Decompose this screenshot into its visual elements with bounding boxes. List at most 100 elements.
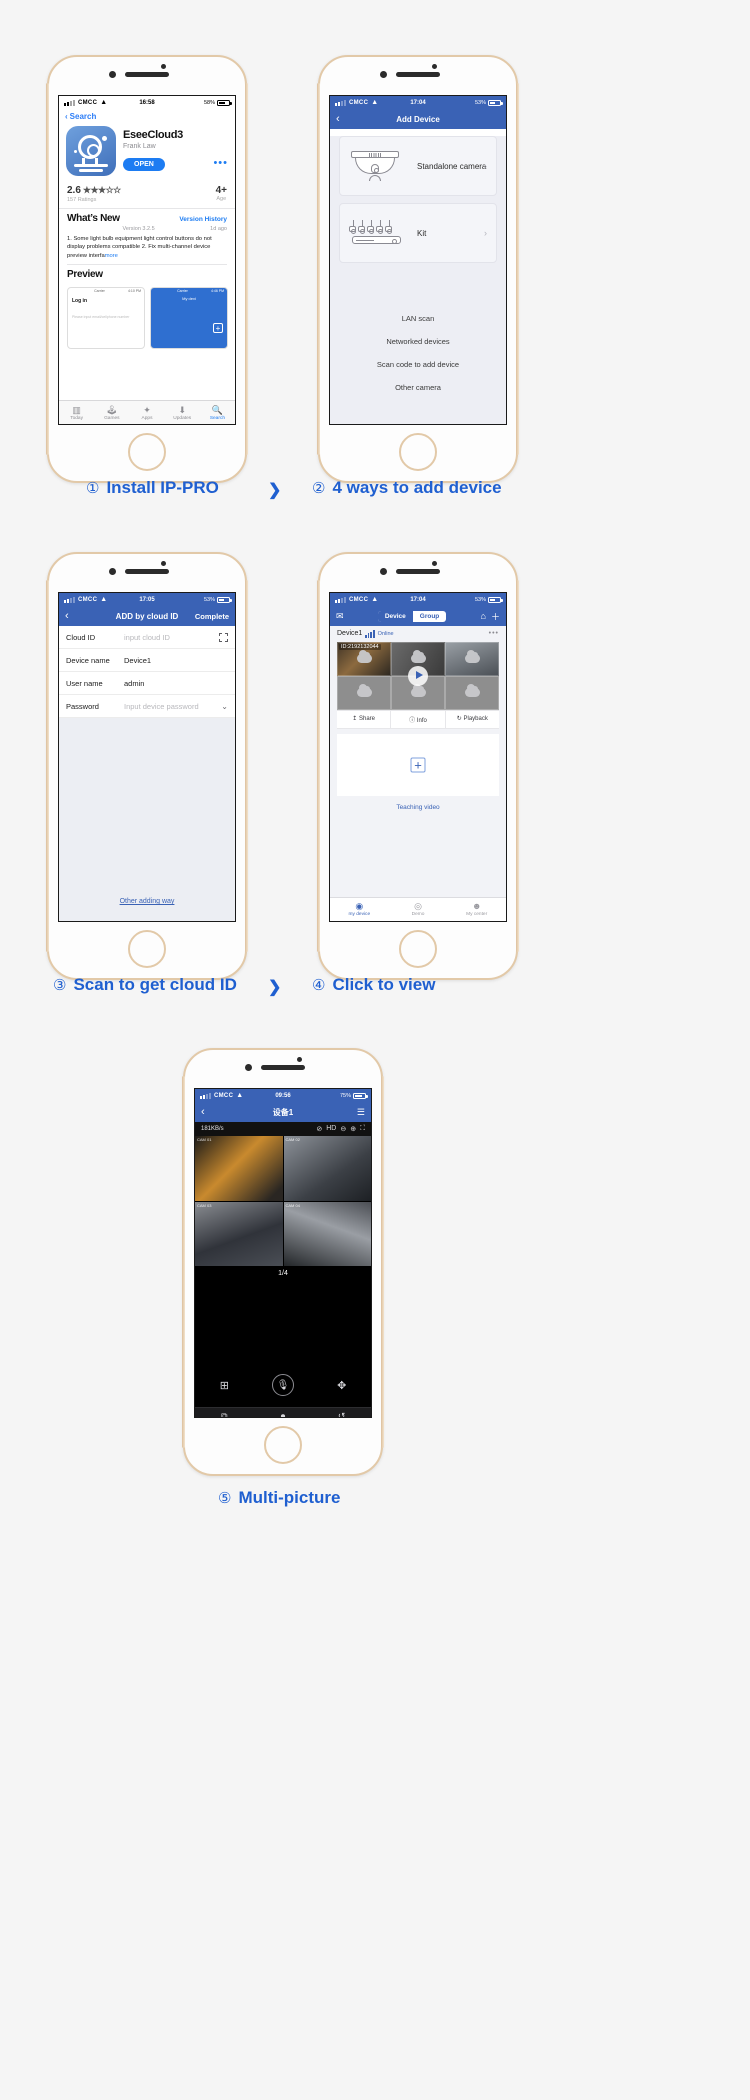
- action-info[interactable]: ⓘ Info: [391, 710, 446, 728]
- screenshot-2[interactable]: Carrier 4:46 PM My devi +: [150, 287, 228, 350]
- complete-button[interactable]: Complete: [195, 612, 229, 621]
- scan-qr-icon[interactable]: [219, 632, 228, 642]
- tab-screenshot[interactable]: ⧉ Screenshot: [195, 1408, 254, 1417]
- password-label: Password: [66, 701, 99, 711]
- tab-demo[interactable]: ◎ Demo: [389, 898, 448, 921]
- device-more-icon[interactable]: •••: [489, 630, 499, 637]
- clock-label: 17:04: [410, 596, 426, 603]
- phone-3-screen: CMCC ▲ 17:05 53% ‹ ADD by cloud ID Compl…: [58, 592, 236, 922]
- tab-recording[interactable]: ⏺ Recording: [254, 1408, 313, 1417]
- hd-quality-icon[interactable]: HD: [326, 1125, 336, 1133]
- ptz-button[interactable]: ✥: [312, 1379, 371, 1392]
- fullscreen-icon[interactable]: ⛶: [360, 1125, 365, 1133]
- tab-my-device[interactable]: ◉ my device: [330, 898, 389, 921]
- option-standalone-camera[interactable]: Standalone camera ›: [339, 136, 497, 196]
- more-link[interactable]: more: [105, 253, 118, 259]
- step-2-number: ②: [312, 480, 326, 497]
- back-button[interactable]: ‹: [65, 610, 69, 622]
- mic-button[interactable]: 🎙: [254, 1374, 313, 1396]
- navbar: ‹ Add Device: [330, 109, 506, 129]
- home-icon[interactable]: ⌂: [481, 611, 486, 621]
- phone-3: CMCC ▲ 17:05 53% ‹ ADD by cloud ID Compl…: [46, 552, 248, 980]
- device-group-segment[interactable]: Device Group: [377, 610, 447, 622]
- appstore-tabbar[interactable]: ▥ Today 🕹 Games ✦ Apps ⬇ Updates 🔍 Searc…: [59, 400, 235, 424]
- screenshot-1[interactable]: Carrier 4:10 PM Log in Please input emai…: [67, 287, 145, 350]
- tile-2-label: CAM 02: [285, 1137, 300, 1142]
- battery-percent: 53%: [203, 596, 215, 603]
- home-button[interactable]: [399, 930, 437, 968]
- device-name-input[interactable]: Device1: [124, 656, 151, 665]
- app-meta: EseeCloud3 Frank Law OPEN •••: [123, 126, 228, 176]
- channel-tile-2[interactable]: CAM 02: [283, 1136, 371, 1201]
- field-password[interactable]: Password Input device password ⌄: [59, 695, 235, 718]
- password-input[interactable]: Input device password: [124, 702, 199, 711]
- tab-apps[interactable]: ✦ Apps: [129, 405, 164, 421]
- field-cloud-id[interactable]: Cloud ID input cloud ID: [59, 626, 235, 649]
- cloud-id-input[interactable]: input cloud ID: [124, 633, 170, 642]
- option-other-camera[interactable]: Other camera: [330, 376, 506, 399]
- status-right: 53%: [475, 99, 503, 106]
- eye-toggle-icon[interactable]: ⌄: [221, 702, 228, 711]
- mute-icon[interactable]: ⊘: [316, 1125, 322, 1133]
- option-networked-devices[interactable]: Networked devices: [330, 330, 506, 353]
- action-playback[interactable]: ↻ Playback: [446, 711, 499, 728]
- channel-grid[interactable]: CAM 01 CAM 02 CAM 03 CAM 04: [195, 1136, 371, 1266]
- other-adding-way-link[interactable]: Other adding way: [59, 898, 235, 905]
- tab-playback[interactable]: ↺ playback: [312, 1408, 371, 1417]
- tab-updates[interactable]: ⬇ Updates: [165, 405, 200, 421]
- device-row[interactable]: Device1 Online •••: [330, 626, 506, 642]
- field-device-name[interactable]: Device name Device1: [59, 649, 235, 672]
- cloud-form-body: Cloud ID input cloud ID Device name Devi…: [59, 626, 235, 921]
- tab-games[interactable]: 🕹 Games: [94, 405, 129, 421]
- channel-tile-4[interactable]: CAM 04: [283, 1201, 371, 1266]
- page-root: CMCC ▲ 16:58 58% ‹ Search EseeCloud3 Fra…: [0, 0, 750, 2100]
- layout-button[interactable]: ⊞: [195, 1379, 254, 1392]
- home-button[interactable]: [264, 1426, 302, 1464]
- option-lan-scan[interactable]: LAN scan: [330, 307, 506, 330]
- plus-icon: +: [410, 757, 426, 772]
- app-name: EseeCloud3: [123, 129, 183, 141]
- channel-tile-1[interactable]: CAM 01: [195, 1136, 283, 1201]
- home-button[interactable]: [399, 433, 437, 471]
- add-device-card[interactable]: +: [337, 733, 499, 796]
- user-name-input[interactable]: admin: [124, 679, 144, 688]
- option-scan-code[interactable]: Scan code to add device: [330, 353, 506, 376]
- field-user-name[interactable]: User name admin: [59, 672, 235, 695]
- add-device-icon[interactable]: ＋: [491, 610, 500, 623]
- segment-group[interactable]: Group: [413, 611, 447, 622]
- teaching-video-link[interactable]: Teaching video: [330, 801, 506, 811]
- version-line: Version 3.2.5 1d ago: [67, 226, 227, 232]
- back-button[interactable]: ‹: [201, 1106, 205, 1118]
- play-button[interactable]: [408, 665, 428, 686]
- segment-device[interactable]: Device: [377, 610, 413, 622]
- zoom-out-icon[interactable]: ⊖: [340, 1125, 346, 1133]
- tab-my-center[interactable]: ☻ My center: [447, 898, 506, 921]
- live-tabbar[interactable]: ⧉ Screenshot ⏺ Recording ↺ playback: [195, 1407, 371, 1417]
- release-notes: 1. Some light bulb equipment light contr…: [67, 235, 227, 260]
- home-button[interactable]: [128, 930, 166, 968]
- stream-tool-icons[interactable]: ⊘ HD ⊖ ⊕ ⛶: [316, 1125, 365, 1133]
- signal-icon: [335, 99, 346, 106]
- status-bar: CMCC ▲ 17:04 53%: [330, 593, 506, 606]
- shot1-placeholder: Please input email/cellphone number: [72, 315, 130, 320]
- tab-updates-label: Updates: [173, 415, 192, 421]
- menu-icon[interactable]: ☰: [357, 1107, 365, 1118]
- preview-title: Preview: [67, 269, 103, 281]
- tab-search[interactable]: 🔍 Search: [200, 405, 235, 421]
- action-share[interactable]: ↥ Share: [337, 710, 392, 728]
- device-tabbar[interactable]: ◉ my device ◎ Demo ☻ My center: [330, 897, 506, 921]
- option-kit[interactable]: Kit ›: [339, 203, 497, 263]
- message-icon[interactable]: ✉: [336, 611, 344, 622]
- more-options-icon[interactable]: •••: [213, 158, 228, 169]
- rating-number: 2.6: [67, 185, 81, 196]
- channel-tile-3[interactable]: CAM 03: [195, 1201, 283, 1266]
- zoom-in-icon[interactable]: ⊕: [350, 1125, 356, 1133]
- home-button[interactable]: [128, 433, 166, 471]
- back-to-search-button[interactable]: ‹ Search: [59, 109, 235, 124]
- version-history-link[interactable]: Version History: [179, 216, 227, 223]
- video-preview[interactable]: ID:2192132044: [337, 641, 499, 710]
- tab-today[interactable]: ▥ Today: [59, 405, 94, 421]
- back-button[interactable]: ‹: [336, 113, 340, 125]
- open-button[interactable]: OPEN: [123, 158, 165, 171]
- screenshot-carousel[interactable]: Carrier 4:10 PM Log in Please input emai…: [59, 284, 235, 350]
